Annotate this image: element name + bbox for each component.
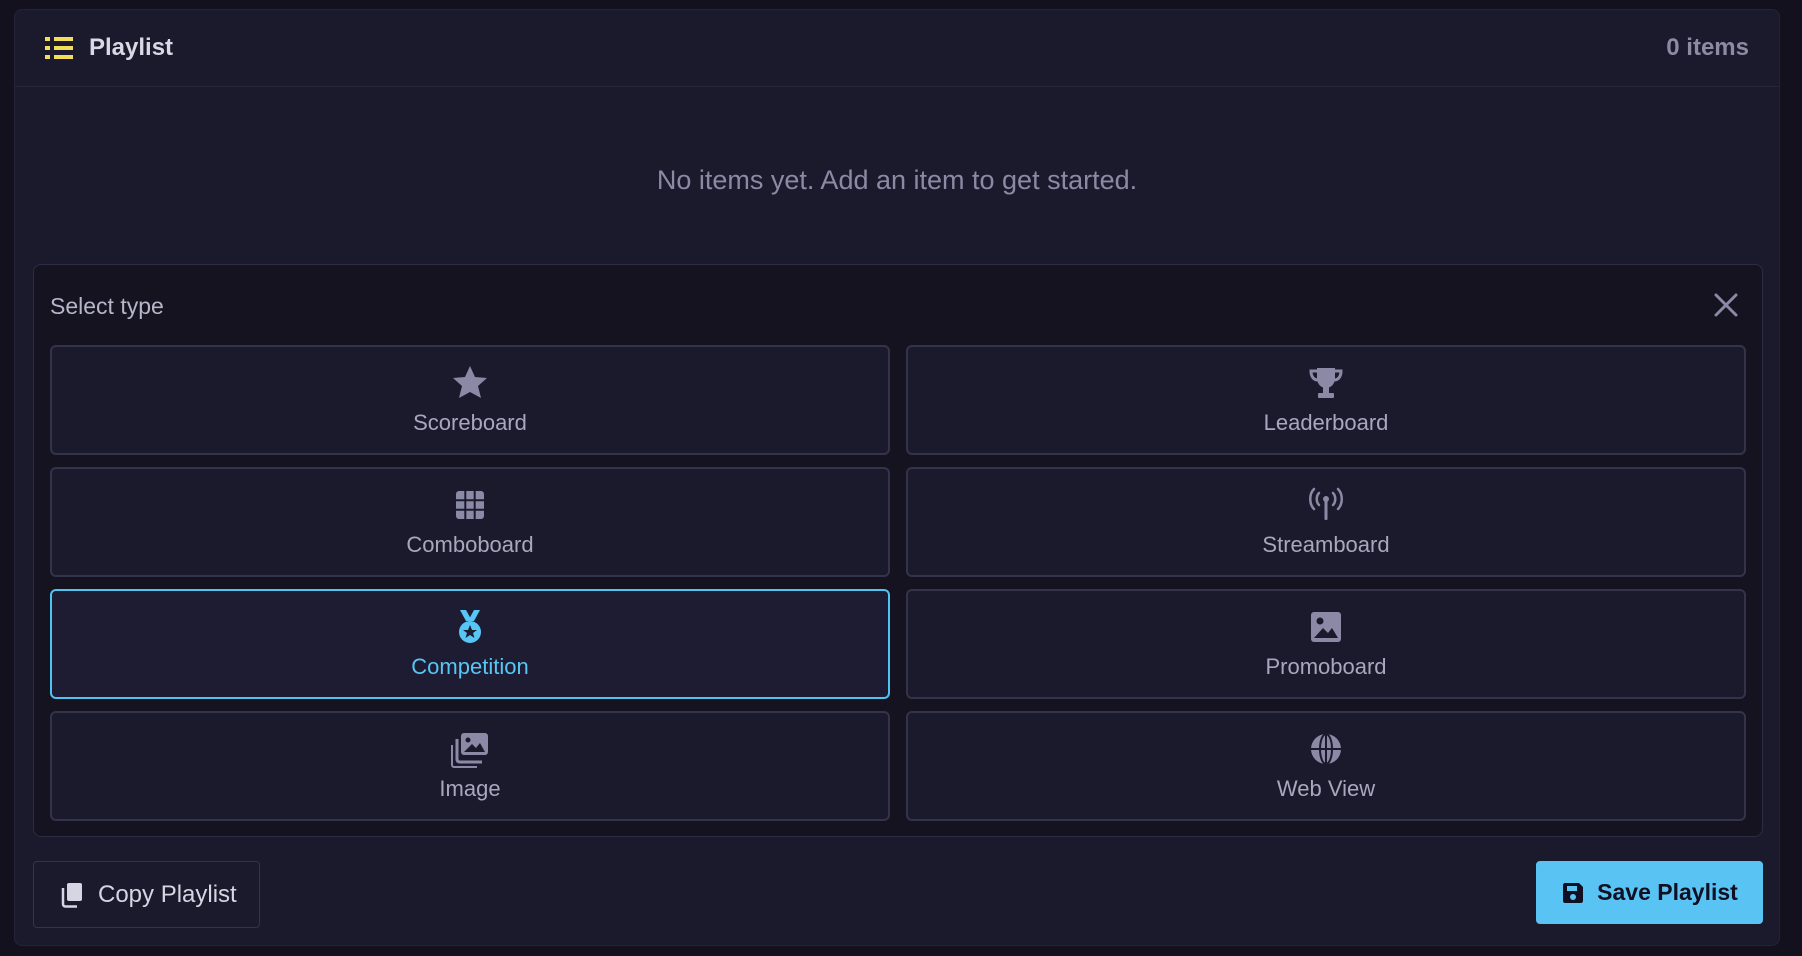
type-label: Scoreboard (413, 410, 527, 435)
type-label: Web View (1276, 776, 1376, 801)
type-label: Image (439, 776, 501, 801)
copy-playlist-label: Copy Playlist (98, 880, 237, 908)
type-tile-scoreboard[interactable]: Scoreboard (50, 345, 890, 455)
close-icon[interactable] (1710, 289, 1742, 321)
type-label: Comboboard (406, 532, 534, 557)
type-grid: Scoreboard Leaderboard Comboboard Stream… (50, 345, 1746, 821)
selector-title: Select type (50, 293, 164, 319)
broadcast-icon (1309, 487, 1343, 520)
item-count: 0 items (1666, 34, 1749, 61)
type-tile-image[interactable]: Image (50, 711, 890, 821)
trophy-icon (1309, 368, 1343, 398)
type-label: Competition (411, 654, 529, 679)
type-tile-web-view[interactable]: Web View (906, 711, 1746, 821)
copy-icon (61, 882, 82, 908)
page-title: Playlist (89, 34, 174, 61)
type-selector: Select type Scoreboard Leaderboard Combo… (33, 264, 1763, 837)
star-icon (453, 366, 487, 398)
medal-icon (459, 610, 481, 643)
save-playlist-label: Save Playlist (1597, 879, 1738, 905)
playlist-header: Playlist 0 items (15, 10, 1779, 87)
type-label: Streamboard (1262, 532, 1390, 557)
header-left: Playlist (45, 34, 173, 62)
type-tile-competition[interactable]: Competition (50, 589, 890, 699)
playlist-panel: Playlist 0 items No items yet. Add an it… (14, 9, 1780, 946)
type-tile-promoboard[interactable]: Promoboard (906, 589, 1746, 699)
save-playlist-button[interactable]: Save Playlist (1536, 861, 1763, 924)
globe-icon (1311, 733, 1341, 765)
type-tile-comboboard[interactable]: Comboboard (50, 467, 890, 577)
list-icon (45, 37, 73, 59)
images-icon (451, 733, 488, 768)
type-label: Leaderboard (1263, 410, 1389, 435)
type-label: Promoboard (1265, 654, 1387, 679)
save-icon (1563, 882, 1584, 903)
copy-playlist-button[interactable]: Copy Playlist (33, 861, 260, 928)
type-tile-leaderboard[interactable]: Leaderboard (906, 345, 1746, 455)
type-tile-streamboard[interactable]: Streamboard (906, 467, 1746, 577)
image-icon (1311, 612, 1341, 642)
grid-icon (456, 491, 484, 519)
